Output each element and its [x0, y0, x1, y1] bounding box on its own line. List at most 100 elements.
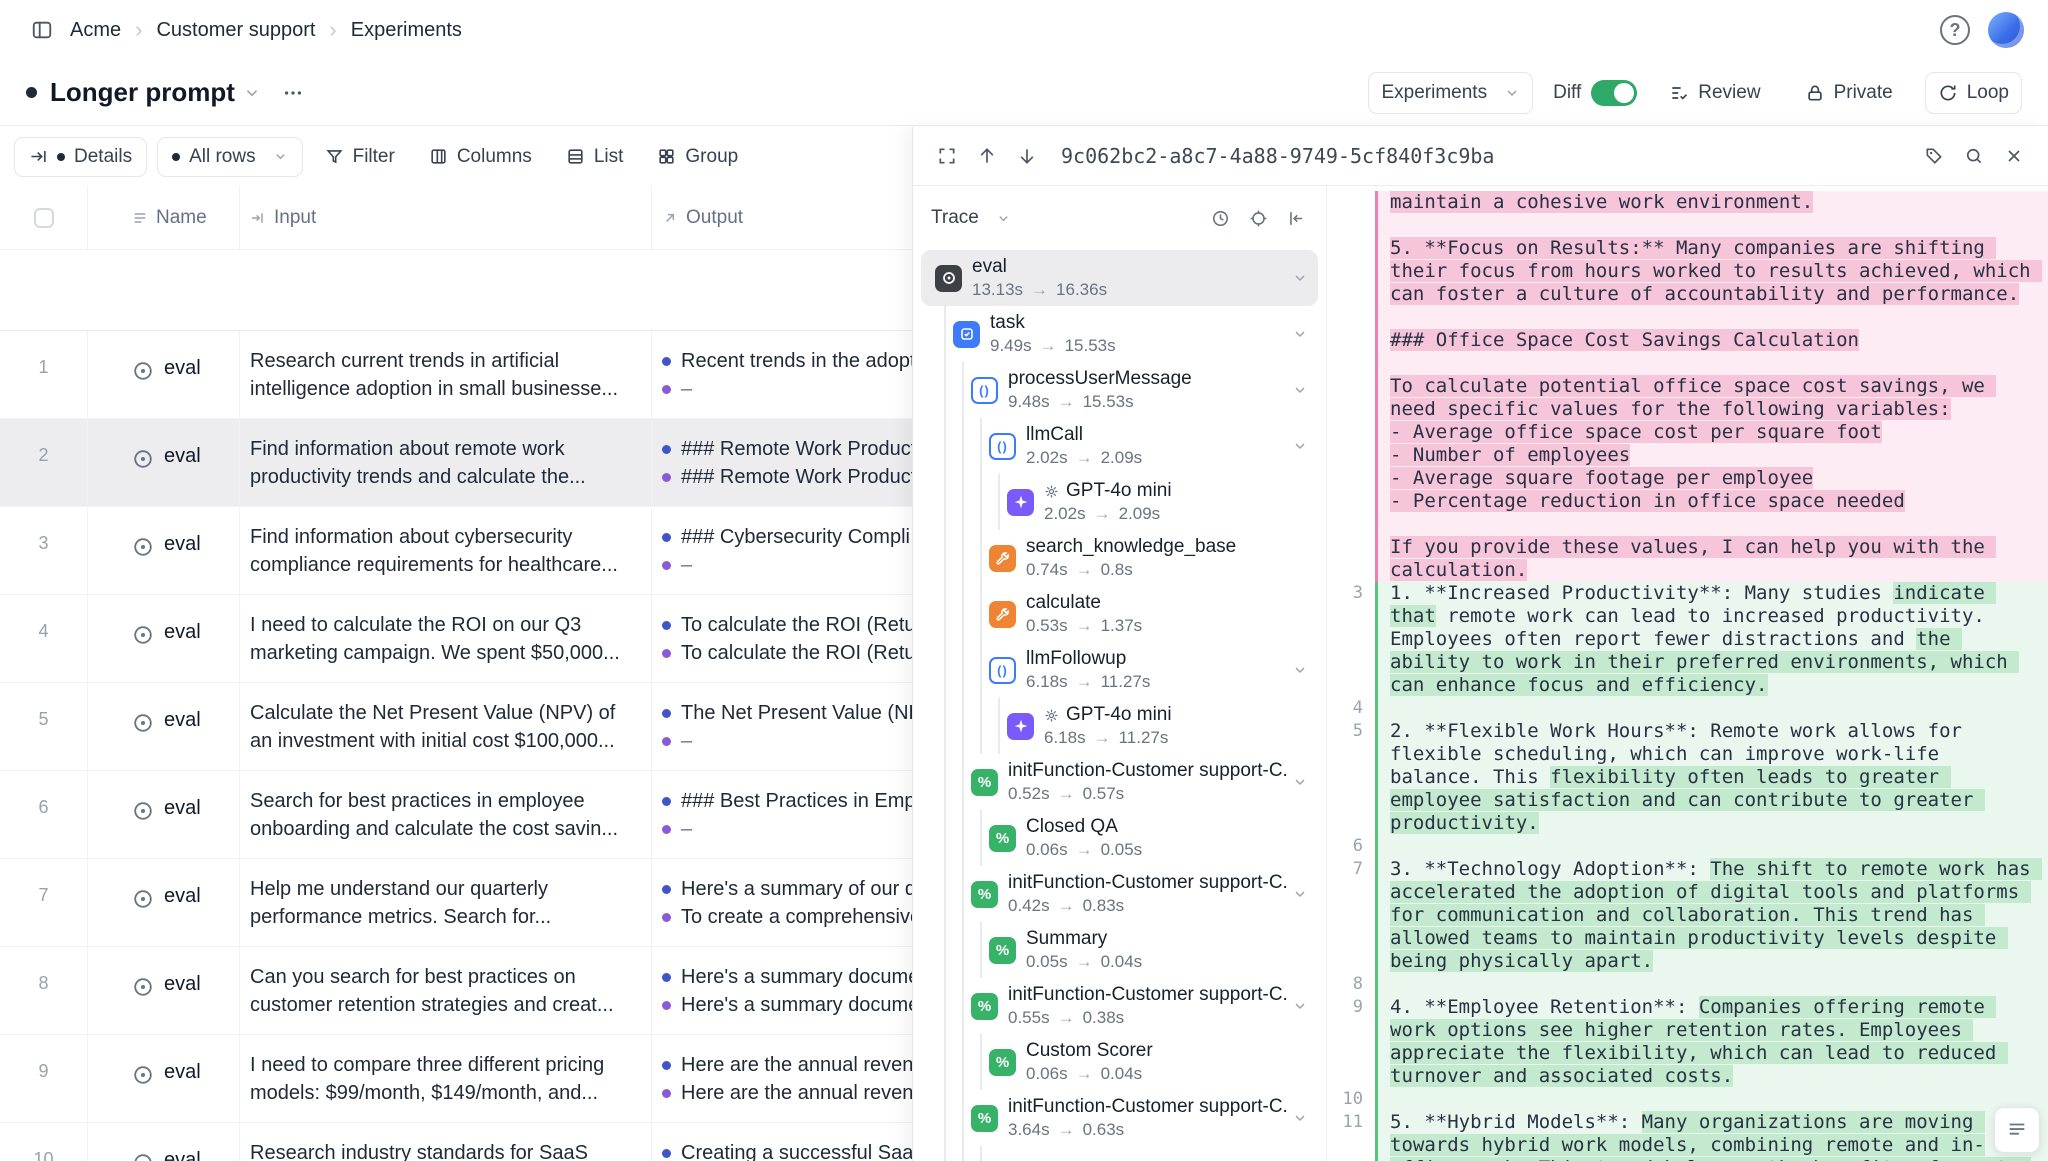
trace-span-row[interactable]: %initFunction-Customer support-C...0.55s…	[921, 978, 1318, 1034]
span-name: Closed QA	[1026, 815, 1308, 839]
trace-span-row[interactable]: ()processUserMessage9.48s→15.53s	[921, 362, 1318, 418]
breadcrumb-page[interactable]: Experiments	[351, 19, 462, 42]
diff-highlight-segment: maintain a cohesive work environment.	[1390, 191, 1813, 213]
diff-text-segment: 1. **Increased Productivity**: Many stud…	[1390, 582, 1893, 604]
private-button[interactable]: Private	[1793, 73, 1905, 113]
experiment-name[interactable]: Longer prompt	[50, 77, 235, 108]
diff-text-segment: 4. **Employee Retention**:	[1390, 996, 1699, 1018]
column-header-name[interactable]: Name	[88, 186, 240, 249]
chevron-down-icon	[1292, 774, 1308, 790]
trace-span-row[interactable]: GPT-4o mini6.18s→11.27s	[921, 698, 1318, 754]
eval-icon	[132, 976, 154, 1034]
diff-removed-line: If you provide these values, I can help …	[1327, 536, 2048, 582]
span-duration: 0.74s→0.8s	[1026, 559, 1308, 581]
close-panel-button[interactable]	[1996, 138, 2032, 174]
diff-toggle[interactable]	[1591, 80, 1637, 106]
tool-span-icon	[989, 601, 1016, 628]
row-name: eval	[164, 1149, 201, 1161]
more-menu-button[interactable]	[275, 75, 311, 111]
output-bullet-dot	[662, 1089, 671, 1098]
chevron-down-icon[interactable]	[243, 84, 261, 102]
row-name: eval	[164, 445, 201, 506]
panel-toggle-button[interactable]	[1994, 1107, 2040, 1153]
diff-line-text: 3. **Technology Adoption**: The shift to…	[1375, 858, 2048, 973]
tree-guide-line	[971, 642, 989, 698]
trace-span-row[interactable]: ()llmCall2.02s→2.09s	[921, 418, 1318, 474]
breadcrumb-org[interactable]: Acme	[70, 19, 121, 42]
diff-text-segment: 3. **Technology Adoption**:	[1390, 858, 1710, 880]
scorer-span-icon: %	[971, 993, 998, 1020]
span-main: Summary0.05s→0.04s	[1026, 927, 1308, 973]
focus-span-button[interactable]	[1240, 200, 1276, 236]
columns-button[interactable]: Columns	[417, 137, 544, 177]
crosshair-icon	[1249, 209, 1268, 228]
column-header-input[interactable]: Input	[240, 186, 652, 249]
filter-button[interactable]: Filter	[313, 137, 407, 177]
next-row-button[interactable]	[1009, 138, 1045, 174]
row-number: 9	[0, 1035, 88, 1122]
row-input-text: Help me understand our quarterly perform…	[250, 875, 637, 931]
previous-row-button[interactable]	[969, 138, 1005, 174]
review-button[interactable]: Review	[1657, 73, 1772, 113]
experiment-color-dot	[26, 87, 37, 98]
row-output-text: The Net Present Value (NP	[681, 699, 922, 727]
trace-span-row[interactable]: GPT-4o mini2.02s→2.09s	[921, 474, 1318, 530]
trace-span-row[interactable]: %Summary0.05s→0.04s	[921, 922, 1318, 978]
diff-line-text	[1375, 835, 2048, 858]
row-name: eval	[164, 885, 201, 946]
help-icon[interactable]: ?	[1940, 15, 1970, 45]
list-view-button[interactable]: List	[554, 137, 636, 177]
tag-button[interactable]	[1916, 138, 1952, 174]
duration-arrow: →	[1076, 1063, 1093, 1085]
breadcrumb-project[interactable]: Customer support	[156, 19, 315, 42]
span-name: calculate	[1026, 591, 1308, 615]
select-all-checkbox[interactable]	[34, 208, 54, 228]
span-name: Summary	[1026, 927, 1308, 951]
span-duration: 3.64s→0.63s	[1008, 1119, 1286, 1141]
trace-span-row[interactable]: %Closed QA0.06s→0.05s	[921, 810, 1318, 866]
rows-filter-select[interactable]: All rows	[157, 137, 303, 177]
row-input-cell: Calculate the Net Present Value (NPV) of…	[240, 683, 652, 770]
row-input-text: Find information about cybersecurity com…	[250, 523, 637, 579]
diff-line-number	[1327, 536, 1375, 582]
task-span-icon	[953, 321, 980, 348]
trace-span-row[interactable]: calculate0.53s→1.37s	[921, 586, 1318, 642]
span-name-text: initFunction-Customer support-C...	[1008, 759, 1286, 783]
chevron-down-icon	[1292, 662, 1308, 678]
details-button[interactable]: Details	[14, 137, 147, 177]
chevron-down-icon	[1292, 270, 1308, 286]
trace-span-row[interactable]: %initFunction-Customer support-C...0.52s…	[921, 754, 1318, 810]
avatar[interactable]	[1988, 12, 2024, 48]
tree-view-select[interactable]: Trace	[925, 199, 1017, 237]
collapse-tree-button[interactable]	[1278, 200, 1314, 236]
trace-span-row[interactable]: %Custom Scorer0.06s→0.04s	[921, 1034, 1318, 1090]
tree-guide-line	[953, 642, 971, 698]
row-output-text: Creating a successful SaaS	[681, 1139, 927, 1161]
trace-id[interactable]: 9c062bc2-a8c7-4a88-9749-5cf840f3c9ba	[1061, 144, 1912, 168]
trace-span-row[interactable]: search_knowledge_base0.74s→0.8s	[921, 530, 1318, 586]
search-button[interactable]	[1956, 138, 1992, 174]
view-select[interactable]: Experiments	[1368, 72, 1533, 114]
loop-button[interactable]: Loop	[1925, 72, 2022, 114]
trace-span-row[interactable]: %Intent Classification	[921, 1146, 1318, 1161]
group-button[interactable]: Group	[645, 137, 750, 177]
span-main: Closed QA0.06s→0.05s	[1026, 815, 1308, 861]
columns-icon	[429, 147, 448, 166]
duration-arrow: →	[1058, 1119, 1075, 1141]
trace-span-row[interactable]: %initFunction-Customer support-C...3.64s…	[921, 1090, 1318, 1146]
diff-highlight-segment: ### Office Space Cost Savings Calculatio…	[1390, 329, 1859, 351]
span-start-time: 6.18s	[1044, 727, 1086, 749]
row-number: 8	[0, 947, 88, 1034]
tree-guide-line	[935, 922, 953, 978]
sidebar-toggle-button[interactable]	[24, 12, 60, 48]
trace-span-row[interactable]: eval13.13s→16.36s	[921, 250, 1318, 306]
span-duration: 9.48s→15.53s	[1008, 391, 1286, 413]
trace-span-row[interactable]: ()llmFollowup6.18s→11.27s	[921, 642, 1318, 698]
span-end-time: 11.27s	[1119, 727, 1169, 749]
trace-span-row[interactable]: %initFunction-Customer support-C...0.42s…	[921, 866, 1318, 922]
arrow-up-icon	[977, 146, 997, 166]
timing-view-button[interactable]	[1202, 200, 1238, 236]
trace-span-row[interactable]: task9.49s→15.53s	[921, 306, 1318, 362]
row-name: eval	[164, 797, 201, 858]
expand-panel-button[interactable]	[929, 138, 965, 174]
